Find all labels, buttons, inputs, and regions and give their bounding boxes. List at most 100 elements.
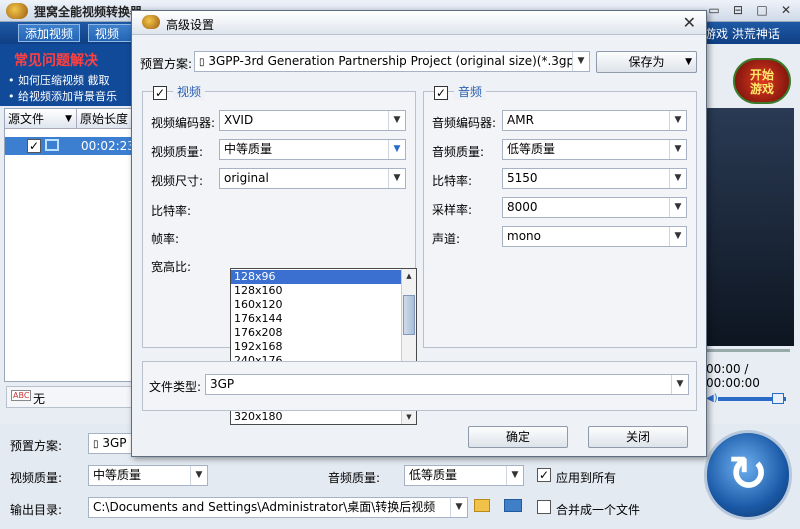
audio-codec-label: 音频编码器: (432, 116, 497, 130)
filetype-label: 文件类型: (149, 380, 202, 394)
video-edit-button[interactable]: 视频编 (88, 24, 132, 42)
audio-group: ✓ 音频 音频编码器: AMR ▼ 音频质量: 低等质量 ▼ 比特率: 5150 ▼ … (423, 83, 697, 348)
subtitle-select[interactable]: ABC 无 (6, 386, 133, 408)
restore-icon[interactable]: ⊟ (730, 3, 746, 19)
video-bitrate-label: 比特率: (151, 204, 192, 218)
chevron-down-icon: ▼ (388, 111, 405, 130)
list-item[interactable]: 128x96 (231, 270, 401, 285)
column-source[interactable]: 源文件 ▼ (5, 109, 77, 129)
close-button[interactable]: 关闭 (588, 426, 688, 448)
video-group: ✓ 视频 视频编码器: XVID ▼ 视频质量: 中等质量 ▼ 视频尺寸: orig… (142, 83, 417, 425)
video-preview (706, 108, 794, 346)
apply-all-label: 应用到所有 (556, 471, 617, 485)
row-checkbox[interactable]: ✓ (27, 139, 41, 153)
scroll-up-icon[interactable]: ▲ (403, 270, 415, 282)
column-duration[interactable]: 原始长度 (77, 109, 133, 129)
video-enable-checkbox[interactable]: ✓ (153, 86, 167, 100)
main-close-icon[interactable]: ✕ (778, 3, 794, 19)
video-quality-label: 视频质量: (10, 471, 63, 485)
list-item[interactable]: 160x120 (231, 298, 401, 312)
dialog-close-icon[interactable]: ✕ (683, 13, 696, 32)
chevron-down-icon: ▼ (190, 466, 207, 485)
app-logo-icon (6, 3, 28, 19)
video-quality-select[interactable]: 中等质量 ▼ (219, 139, 406, 160)
chevron-down-icon: ▼ (388, 169, 405, 188)
app-title: 狸窝全能视频转换器 (34, 5, 143, 19)
list-item[interactable]: 176x144 (231, 312, 401, 326)
faq-panel: 常见问题解决 • 如何压缩视频 截取 • 给视频添加背景音乐 (0, 44, 133, 106)
subtitle-icon: ABC (11, 390, 32, 401)
audio-channel-select[interactable]: mono ▼ (502, 226, 687, 247)
start-game-label-bottom: 游戏 (749, 82, 774, 96)
audio-enable-checkbox[interactable]: ✓ (434, 86, 448, 100)
chevron-down-icon: ▼ (671, 375, 688, 394)
subtitle-value: 无 (33, 392, 46, 406)
convert-button[interactable]: ↻ (704, 430, 792, 520)
faq-heading: 常见问题解决 (14, 53, 98, 69)
advanced-settings-dialog: 高级设置 ✕ 预置方案: ▯ 3GPP-3rd Generation Partn… (131, 10, 707, 457)
merge-checkbox[interactable] (537, 500, 551, 514)
minimize-icon[interactable]: ▭ (706, 3, 722, 19)
audio-quality-select[interactable]: 低等质量 ▼ (502, 139, 687, 160)
chevron-down-icon: ▼ (685, 57, 692, 67)
video-size-select[interactable]: original ▼ (219, 168, 406, 189)
chevron-down-icon: ▼ (572, 52, 589, 71)
folder-open-icon[interactable] (474, 499, 490, 512)
maximize-icon[interactable]: □ (754, 3, 770, 19)
chevron-down-icon: ▼ (669, 169, 686, 188)
list-item[interactable]: 176x208 (231, 326, 401, 340)
video-fps-label: 帧率: (151, 232, 180, 246)
merge-label: 合并成一个文件 (556, 503, 641, 517)
audio-samplerate-label: 采样率: (432, 203, 473, 217)
volume-icon: ◀) (706, 393, 718, 404)
row-duration: 00:02:23 (81, 139, 135, 153)
ok-button[interactable]: 确定 (468, 426, 568, 448)
list-item[interactable]: 192x168 (231, 340, 401, 354)
preset-select[interactable]: ▯ 3GP (88, 433, 132, 454)
audio-quality-select[interactable]: 低等质量 ▼ (404, 465, 524, 486)
phone-icon: ▯ (199, 57, 205, 68)
audio-samplerate-select[interactable]: 8000 ▼ (502, 197, 687, 218)
start-game-button[interactable]: 开始 游戏 (733, 58, 791, 104)
chevron-down-icon: ▼ (388, 140, 405, 159)
start-game-label-top: 开始 (749, 68, 774, 82)
apply-all-checkbox[interactable]: ✓ (537, 468, 551, 482)
volume-handle[interactable] (772, 393, 784, 404)
dialog-preset-label: 预置方案: (140, 57, 193, 71)
file-list: 源文件 ▼ 原始长度 ✓ 00:02:23 (4, 108, 135, 382)
list-item[interactable]: 320x180 (231, 410, 401, 424)
chevron-down-icon: ▼ (506, 466, 523, 485)
video-codec-select[interactable]: XVID ▼ (219, 110, 406, 131)
table-row[interactable]: ✓ 00:02:23 (5, 137, 135, 155)
video-aspect-label: 宽高比: (151, 260, 192, 274)
save-as-button[interactable]: 保存为 ▼ (596, 51, 697, 73)
faq-link-compress[interactable]: • 如何压缩视频 截取 (8, 72, 109, 88)
folder-browse-icon[interactable] (504, 499, 522, 512)
output-path-select[interactable]: C:\Documents and Settings\Administrator\… (88, 497, 468, 518)
video-codec-label: 视频编码器: (151, 116, 216, 130)
audio-bitrate-label: 比特率: (432, 174, 473, 188)
video-size-label: 视频尺寸: (151, 174, 204, 188)
audio-bitrate-select[interactable]: 5150 ▼ (502, 168, 687, 189)
video-heading: 视频 (173, 83, 206, 100)
chevron-down-icon: ▼ (669, 227, 686, 246)
video-quality-select[interactable]: 中等质量 ▼ (88, 465, 208, 486)
list-item[interactable]: 128x160 (231, 284, 401, 298)
dialog-preset-select[interactable]: ▯ 3GPP-3rd Generation Partnership Projec… (194, 51, 590, 72)
video-quality-label: 视频质量: (151, 145, 204, 159)
add-video-button[interactable]: 添加视频 (18, 24, 81, 42)
filetype-group: 文件类型: 3GP ▼ (142, 361, 697, 411)
chevron-down-icon: ▼ (669, 111, 686, 130)
scrollbar-thumb[interactable] (403, 295, 415, 335)
film-icon (45, 139, 59, 151)
audio-codec-select[interactable]: AMR ▼ (502, 110, 687, 131)
chevron-down-icon: ▼ (450, 498, 467, 517)
faq-link-bgm[interactable]: • 给视频添加背景音乐 (8, 88, 117, 104)
audio-quality-label: 音频质量: (328, 471, 381, 485)
seek-bar[interactable] (706, 349, 790, 352)
scroll-down-icon[interactable]: ▼ (403, 411, 415, 423)
filetype-select[interactable]: 3GP ▼ (205, 374, 689, 395)
game-link[interactable]: 游戏 洪荒神话 (704, 25, 780, 42)
audio-channel-label: 声道: (432, 232, 461, 246)
chevron-down-icon: ▼ (669, 140, 686, 159)
